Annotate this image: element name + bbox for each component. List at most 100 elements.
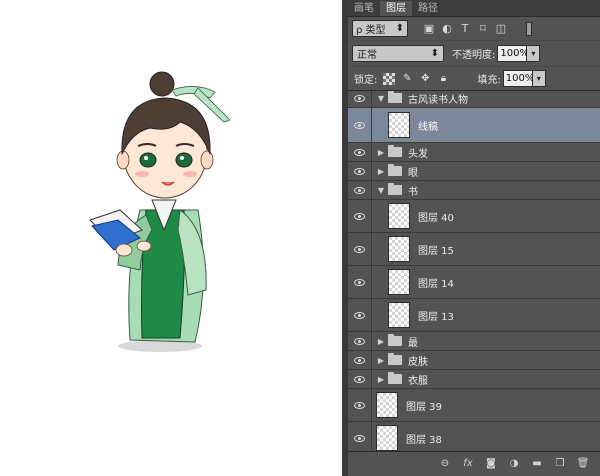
layer-filter-row: ρ 类型 ⬍ ▣ ◐ T ⌑ ◫ [348, 17, 600, 41]
filter-kind-label: ρ 类型 [356, 25, 386, 36]
layer-row[interactable]: 图层 14 [348, 266, 600, 299]
layer-thumbnail [388, 302, 410, 328]
layer-name: 线稿 [418, 121, 438, 133]
blend-row: 正常 ⬍ 不透明度: 100% ▾ [348, 41, 600, 67]
expand-arrow-right-icon[interactable]: ▶ [376, 375, 386, 384]
visibility-eye-icon[interactable] [348, 162, 372, 180]
visibility-eye-icon[interactable] [348, 89, 372, 107]
layers-panel-footer: ⊖ fx ◙ ◑ ▬ ❐ 🗑︎ [348, 451, 600, 476]
visibility-eye-icon[interactable] [348, 389, 372, 421]
visibility-eye-icon[interactable] [348, 299, 372, 331]
layer-group-row[interactable]: ▶ 头发 [348, 143, 600, 162]
filter-toggle-switch[interactable] [526, 21, 532, 36]
layer-group-row[interactable]: ▼ 书 [348, 181, 600, 200]
folder-icon [388, 372, 402, 384]
chevron-updown-icon: ⬍ [430, 48, 439, 59]
visibility-eye-icon[interactable] [348, 332, 372, 350]
visibility-eye-icon[interactable] [348, 108, 372, 142]
fill-dropdown-arrow-icon[interactable]: ▾ [532, 70, 546, 87]
folder-icon [388, 145, 402, 157]
folder-icon [388, 91, 402, 103]
fill-input[interactable]: 100% [502, 70, 534, 87]
expand-arrow-down-icon[interactable]: ▼ [376, 186, 386, 195]
layer-row[interactable]: 图层 40 [348, 200, 600, 233]
layer-thumbnail [376, 392, 398, 418]
add-mask-icon[interactable]: ◙ [484, 457, 498, 471]
layer-name: 皮肤 [408, 356, 428, 368]
image-filter-icon[interactable]: ▣ [422, 22, 436, 36]
layer-name: 图层 14 [418, 278, 454, 290]
adjustment-filter-icon[interactable]: ◐ [440, 22, 454, 36]
layer-thumbnail [376, 425, 398, 451]
layer-group-row[interactable]: ▼ 古风读书人物 [348, 89, 600, 108]
lock-position-move-icon[interactable]: ✥ [419, 73, 431, 85]
shape-filter-icon[interactable]: ⌑ [476, 22, 490, 36]
layer-group-row[interactable]: ▶ 皮肤 [348, 351, 600, 370]
document-canvas[interactable] [0, 0, 347, 476]
chevron-updown-icon: ⬍ [395, 23, 404, 34]
expand-arrow-right-icon[interactable]: ▶ [376, 337, 386, 346]
lock-transparent-pixels-icon[interactable] [383, 72, 396, 85]
panel-tab-bar: 画笔 图层 路径 [348, 0, 600, 17]
layer-name: 眼 [408, 167, 418, 179]
tab-paths[interactable]: 路径 [412, 1, 444, 16]
opacity-dropdown-arrow-icon[interactable]: ▾ [527, 45, 541, 62]
layer-name: 书 [408, 186, 418, 198]
fx-layer-style-icon[interactable]: fx [461, 457, 475, 471]
layer-name: 头发 [408, 148, 428, 160]
expand-arrow-right-icon[interactable]: ▶ [376, 356, 386, 365]
scholar-character-illustration [89, 71, 230, 352]
adjustment-layer-icon[interactable]: ◑ [507, 457, 521, 471]
layer-group-row[interactable]: ▶ 衣服 [348, 370, 600, 389]
lock-row: 锁定: ✎ ✥ 🔒︎ 填充: 100% ▾ [348, 67, 600, 91]
layer-row-selected[interactable]: 线稿 [348, 108, 600, 143]
type-filter-icon[interactable]: T [458, 22, 472, 36]
visibility-eye-icon[interactable] [348, 200, 372, 232]
layer-thumbnail [388, 236, 410, 262]
filter-kind-select[interactable]: ρ 类型 ⬍ [352, 20, 408, 37]
visibility-eye-icon[interactable] [348, 233, 372, 265]
tab-brush[interactable]: 画笔 [348, 1, 380, 16]
lock-all-padlock-icon[interactable]: 🔒︎ [437, 73, 449, 85]
visibility-eye-icon[interactable] [348, 143, 372, 161]
blend-mode-value: 正常 [357, 50, 377, 61]
expand-arrow-down-icon[interactable]: ▼ [376, 94, 386, 103]
smart-object-filter-icon[interactable]: ◫ [494, 22, 508, 36]
visibility-eye-icon[interactable] [348, 370, 372, 388]
tab-layers[interactable]: 图层 [380, 1, 412, 16]
expand-arrow-right-icon[interactable]: ▶ [376, 167, 386, 176]
layer-row[interactable]: 图层 38 [348, 422, 600, 451]
opacity-label: 不透明度: [452, 50, 496, 61]
visibility-eye-icon[interactable] [348, 351, 372, 369]
lock-image-pixels-brush-icon[interactable]: ✎ [401, 73, 413, 85]
link-layers-icon[interactable]: ⊖ [438, 457, 452, 471]
layer-group-row[interactable]: ▶ 最 [348, 332, 600, 351]
lock-label: 锁定: [354, 75, 378, 86]
layer-list: ▼ 古风读书人物 线稿 ▶ 头发 ▶ 眼 ▼ 书 图层 40 图层 15 图层 … [348, 89, 600, 451]
trash-delete-icon[interactable]: 🗑︎ [576, 457, 590, 471]
blend-mode-select[interactable]: 正常 ⬍ [352, 45, 444, 62]
visibility-eye-icon[interactable] [348, 422, 372, 451]
folder-icon [388, 353, 402, 365]
expand-arrow-right-icon[interactable]: ▶ [376, 148, 386, 157]
layer-row[interactable]: 图层 13 [348, 299, 600, 332]
layer-row[interactable]: 图层 15 [348, 233, 600, 266]
layer-row[interactable]: 图层 39 [348, 389, 600, 422]
layer-name: 图层 13 [418, 311, 454, 323]
folder-icon [388, 164, 402, 176]
opacity-input[interactable]: 100% [497, 45, 529, 62]
layer-name: 图层 40 [418, 212, 454, 224]
layer-thumbnail [388, 112, 410, 138]
layer-name: 图层 38 [406, 434, 442, 446]
layer-name: 图层 15 [418, 245, 454, 257]
visibility-eye-icon[interactable] [348, 266, 372, 298]
folder-icon [388, 183, 402, 195]
visibility-eye-icon[interactable] [348, 181, 372, 199]
folder-icon [388, 334, 402, 346]
new-group-folder-icon[interactable]: ▬ [530, 457, 544, 471]
layer-group-row[interactable]: ▶ 眼 [348, 162, 600, 181]
layer-name: 图层 39 [406, 401, 442, 413]
layer-thumbnail [388, 203, 410, 229]
new-layer-icon[interactable]: ❐ [553, 457, 567, 471]
layer-name: 古风读书人物 [408, 94, 468, 106]
